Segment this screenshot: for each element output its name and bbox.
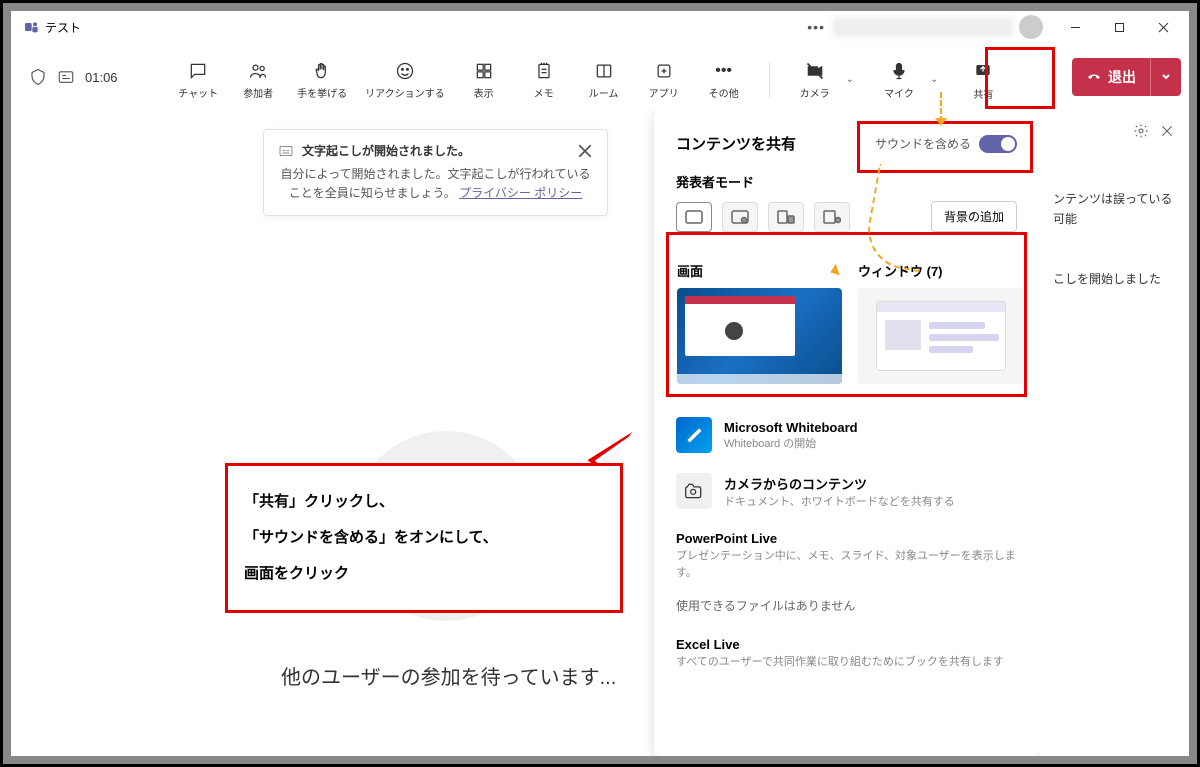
mic-chevron-icon[interactable]: ⌄ (924, 74, 944, 85)
callout-line-2: 「サウンドを含める」をオンにして、 (244, 520, 604, 556)
add-background-button[interactable]: 背景の追加 (931, 201, 1017, 232)
side-text-2: こしを開始しました (1053, 270, 1175, 287)
participants-button[interactable]: 参加者 (237, 60, 279, 100)
window-thumbnail[interactable] (858, 288, 1023, 384)
instruction-callout: 「共有」クリックし、 「サウンドを含める」をオンにして、 画面をクリック (225, 463, 623, 613)
toast-title: 文字起こしが開始されました。 (302, 142, 470, 159)
avatar[interactable] (1019, 15, 1043, 39)
window-title: テスト (45, 19, 81, 36)
settings-icon[interactable] (1133, 123, 1149, 139)
raise-hand-button[interactable]: 手を挙げる (297, 60, 347, 100)
excel-live-label: Excel Live (676, 637, 1017, 652)
close-icon[interactable] (1159, 123, 1175, 139)
presenter-mode-label: 発表者モード (676, 172, 1017, 191)
annotation-share-highlight (985, 47, 1055, 109)
presenter-mode-side[interactable] (768, 202, 804, 232)
transcript-side-pane: ンテンツは誤っている可能 こしを開始しました (1039, 111, 1189, 756)
excel-section: Excel Live すべてのユーザーで共同作業に取り組むためにブックを共有しま… (676, 637, 1017, 671)
rooms-button[interactable]: ルーム (583, 60, 625, 100)
reaction-button[interactable]: リアクションする (365, 60, 445, 100)
notes-button[interactable]: メモ (523, 60, 565, 100)
whiteboard-icon (676, 417, 712, 453)
chat-button[interactable]: チャット (177, 60, 219, 100)
camera-content-option[interactable]: カメラからのコンテンツドキュメント、ホワイトボードなどを共有する (676, 473, 1017, 509)
whiteboard-option[interactable]: Microsoft WhiteboardWhiteboard の開始 (676, 417, 1017, 453)
annotation-screens-highlight: 画面 ウィンドウ (7) (666, 232, 1027, 397)
presenter-mode-standout[interactable] (722, 202, 758, 232)
toast-close-icon[interactable] (577, 143, 593, 159)
privacy-link[interactable]: プライバシー ポリシー (459, 186, 582, 200)
apps-button[interactable]: アプリ (643, 60, 685, 100)
leave-button[interactable]: 退出 (1072, 58, 1181, 96)
more-icon[interactable]: ••• (799, 19, 833, 35)
meeting-body: 文字起こしが開始されました。 自分によって開始されました。文字起こしが行われてい… (11, 111, 1189, 756)
presenter-mode-none[interactable] (676, 202, 712, 232)
view-button[interactable]: 表示 (463, 60, 505, 100)
window-section-label: ウィンドウ (7) (858, 261, 1023, 280)
transcription-icon (278, 143, 294, 159)
maximize-button[interactable] (1097, 11, 1141, 43)
camera-chevron-icon[interactable]: ⌄ (840, 74, 860, 85)
camera-content-icon (676, 473, 712, 509)
callout-line-3: 画面をクリック (244, 556, 604, 592)
waiting-message: 他のユーザーの参加を待っています... (281, 661, 616, 690)
presenter-mode-reporter[interactable] (814, 202, 850, 232)
transcript-icon[interactable] (57, 68, 75, 86)
user-name-blurred (833, 17, 1013, 37)
side-text-1: ンテンツは誤っている可能 (1053, 189, 1175, 230)
shield-icon[interactable] (29, 68, 47, 86)
annotation-arrowhead-1 (935, 118, 947, 126)
hangup-icon (1086, 69, 1102, 85)
more-button[interactable]: •••その他 (703, 60, 745, 100)
powerpoint-live-label: PowerPoint Live (676, 531, 1017, 546)
close-button[interactable] (1141, 11, 1185, 43)
leave-dropdown[interactable] (1150, 58, 1181, 96)
screen-thumbnail[interactable] (677, 288, 842, 384)
teams-icon (23, 19, 39, 35)
screen-section-label: 画面 (677, 261, 842, 280)
minimize-button[interactable] (1053, 11, 1097, 43)
mic-button[interactable]: マイク (878, 60, 920, 100)
share-content-panel: コンテンツを共有 サウンドを含める 発表者モード 背景の追加 画面 (654, 111, 1039, 756)
share-panel-title: コンテンツを共有 (676, 133, 796, 154)
camera-button[interactable]: カメラ (794, 60, 836, 100)
powerpoint-section: PowerPoint Live プレゼンテーション中に、メモ、スライド、対象ユー… (676, 531, 1017, 615)
transcription-toast: 文字起こしが開始されました。 自分によって開始されました。文字起こしが行われてい… (263, 129, 608, 216)
divider (769, 62, 770, 98)
callout-line-1: 「共有」クリックし、 (244, 484, 604, 520)
titlebar: テスト ••• (11, 11, 1189, 43)
call-timer: 01:06 (85, 70, 118, 85)
